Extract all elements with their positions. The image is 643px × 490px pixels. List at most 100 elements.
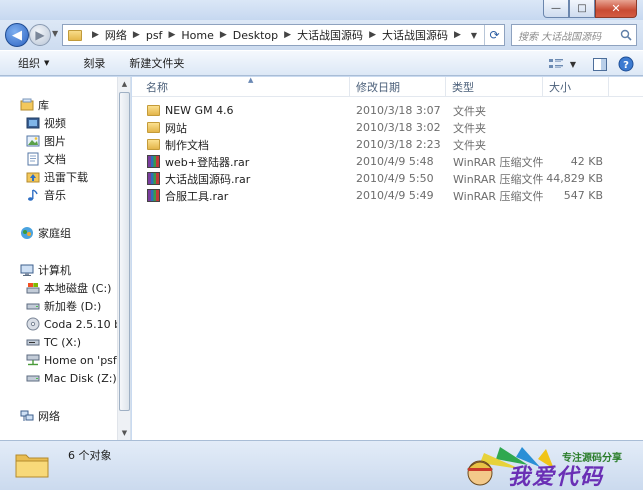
- breadcrumb-separator-icon[interactable]: ▶: [369, 30, 376, 40]
- column-label: 修改日期: [356, 81, 400, 94]
- file-date: 2010/4/9 5:49: [356, 189, 434, 202]
- breadcrumb-source-1[interactable]: 大话战国源码: [297, 27, 363, 43]
- search-placeholder: 搜索 大话战国源码: [518, 31, 602, 43]
- drive-icon: [26, 339, 40, 346]
- file-size: 44,829 KB: [546, 172, 603, 185]
- sidebar-item-drive-x[interactable]: TC (X:): [26, 333, 81, 351]
- new-folder-button[interactable]: 新建文件夹: [119, 52, 194, 74]
- address-row: ◀ ▶ ▼ ▶ 网络 ▶ psf ▶ Home ▶ Desktop ▶ 大话战国…: [0, 20, 643, 50]
- file-row[interactable]: 网站 2010/3/18 3:02 文件夹: [132, 119, 643, 136]
- sidebar-item-drive-c[interactable]: 本地磁盘 (C:): [26, 279, 111, 297]
- sidebar-item-network[interactable]: 网络: [20, 407, 60, 425]
- details-pane: 6 个对象 专注源码分享 我爱代码: [0, 440, 643, 490]
- column-header-size[interactable]: 大小: [543, 77, 609, 97]
- library-icon: [20, 98, 34, 111]
- sidebar-item-homegroup[interactable]: 家庭组: [20, 224, 71, 242]
- help-icon[interactable]: ?: [615, 54, 637, 74]
- sidebar-item-videos[interactable]: 视频: [26, 114, 66, 132]
- file-type: 文件夹: [453, 121, 486, 135]
- computer-icon: [20, 264, 34, 276]
- file-name-cell: 网站: [147, 119, 187, 136]
- winrar-archive-icon: [147, 172, 160, 185]
- recent-pages-dropdown-icon[interactable]: ▼: [52, 29, 58, 38]
- sidebar-item-computer[interactable]: 计算机: [20, 261, 71, 279]
- file-date: 2010/4/9 5:50: [356, 172, 434, 185]
- navigation-scrollbar[interactable]: ▲ ▼: [117, 77, 130, 440]
- sidebar-item-libraries[interactable]: 库: [20, 96, 49, 114]
- file-row[interactable]: 大话战国源码.rar 2010/4/9 5:50 WinRAR 压缩文件 44,…: [132, 170, 643, 187]
- sidebar-item-label: 图片: [44, 135, 66, 148]
- file-row[interactable]: web+登陆器.rar 2010/4/9 5:48 WinRAR 压缩文件 42…: [132, 153, 643, 170]
- sidebar-item-thunder-downloads[interactable]: 迅雷下载: [26, 168, 88, 186]
- forward-button[interactable]: ▶: [29, 24, 51, 46]
- file-list: 名称 ▲ 修改日期 类型 大小 NEW GM 4.6 2010/3/18 3:0…: [132, 76, 643, 440]
- file-name: 网站: [165, 121, 187, 135]
- file-row[interactable]: NEW GM 4.6 2010/3/18 3:07 文件夹: [132, 102, 643, 119]
- refresh-icon[interactable]: ⟳: [484, 25, 504, 45]
- breadcrumb-psf[interactable]: psf: [146, 29, 163, 42]
- new-folder-label: 新建文件夹: [129, 57, 185, 70]
- drive-icon: [26, 303, 40, 310]
- folder-icon: [147, 105, 160, 116]
- breadcrumb-network[interactable]: 网络: [105, 27, 127, 43]
- scroll-up-icon[interactable]: ▲: [118, 77, 130, 91]
- breadcrumb-home[interactable]: Home: [181, 29, 213, 42]
- preview-pane-icon[interactable]: [589, 54, 611, 74]
- sidebar-item-label: 音乐: [44, 189, 66, 202]
- close-button[interactable]: ✕: [595, 0, 637, 18]
- breadcrumb-separator-icon[interactable]: ▶: [220, 30, 227, 40]
- breadcrumb-separator-icon[interactable]: ▶: [133, 30, 140, 40]
- system-drive-icon: [26, 283, 40, 294]
- column-header-date[interactable]: 修改日期: [350, 77, 446, 97]
- column-header-type[interactable]: 类型: [446, 77, 543, 97]
- change-view-icon[interactable]: [545, 54, 567, 74]
- minimize-button[interactable]: —: [543, 0, 569, 18]
- drive-icon: [26, 375, 40, 382]
- column-label: 大小: [549, 81, 571, 94]
- document-icon: [27, 152, 39, 166]
- column-label: 类型: [452, 81, 474, 94]
- sidebar-item-coda[interactable]: Coda 2.5.10 by: [26, 315, 128, 333]
- back-button[interactable]: ◀: [5, 23, 29, 47]
- winrar-archive-icon: [147, 189, 160, 202]
- sidebar-item-pictures[interactable]: 图片: [26, 132, 66, 150]
- view-options-dropdown-icon[interactable]: ▼: [567, 54, 579, 74]
- scrollbar-thumb[interactable]: [119, 92, 130, 411]
- file-row[interactable]: 制作文档 2010/3/18 2:23 文件夹: [132, 136, 643, 153]
- sidebar-item-label: 迅雷下载: [44, 171, 88, 184]
- column-label: 名称: [146, 81, 168, 94]
- address-dropdown-icon[interactable]: ▼: [466, 25, 482, 45]
- file-name: 合服工具.rar: [165, 189, 229, 203]
- breadcrumb-source-2[interactable]: 大话战国源码: [382, 27, 448, 43]
- maximize-button[interactable]: □: [569, 0, 595, 18]
- file-name-cell: 制作文档: [147, 136, 209, 153]
- column-header-name[interactable]: 名称 ▲: [140, 76, 350, 97]
- file-size: 42 KB: [570, 155, 603, 168]
- file-row[interactable]: 合服工具.rar 2010/4/9 5:49 WinRAR 压缩文件 547 K…: [132, 187, 643, 204]
- file-name: NEW GM 4.6: [165, 104, 234, 117]
- breadcrumb-separator-icon[interactable]: ▶: [92, 30, 99, 40]
- address-bar[interactable]: ▶ 网络 ▶ psf ▶ Home ▶ Desktop ▶ 大话战国源码 ▶ 大…: [62, 24, 505, 46]
- sidebar-item-music[interactable]: 音乐: [26, 186, 66, 204]
- file-type: WinRAR 压缩文件: [453, 189, 544, 203]
- sidebar-item-home-psf[interactable]: Home on 'psf' (: [26, 351, 128, 369]
- breadcrumb-separator-icon[interactable]: ▶: [454, 30, 461, 40]
- sidebar-item-drive-d[interactable]: 新加卷 (D:): [26, 297, 101, 315]
- breadcrumb-desktop[interactable]: Desktop: [233, 29, 278, 42]
- file-name-cell: 合服工具.rar: [147, 187, 228, 204]
- winrar-archive-icon: [147, 155, 160, 168]
- search-icon[interactable]: [620, 29, 632, 41]
- breadcrumb-separator-icon[interactable]: ▶: [284, 30, 291, 40]
- file-size: [543, 119, 603, 136]
- sidebar-item-drive-z[interactable]: Mac Disk (Z:): [26, 369, 117, 387]
- organize-menu[interactable]: 组织 ▼: [0, 52, 59, 74]
- sidebar-item-documents[interactable]: 文档: [26, 150, 66, 168]
- sidebar-item-label: 视频: [44, 117, 66, 130]
- file-size: [543, 102, 603, 119]
- burn-button[interactable]: 刻录: [73, 52, 115, 74]
- breadcrumb-separator-icon[interactable]: ▶: [168, 30, 175, 40]
- search-input[interactable]: 搜索 大话战国源码: [511, 24, 637, 46]
- watermark-logo: 专注源码分享 我爱代码: [460, 445, 640, 490]
- scroll-down-icon[interactable]: ▼: [118, 426, 130, 440]
- file-name: 制作文档: [165, 138, 209, 152]
